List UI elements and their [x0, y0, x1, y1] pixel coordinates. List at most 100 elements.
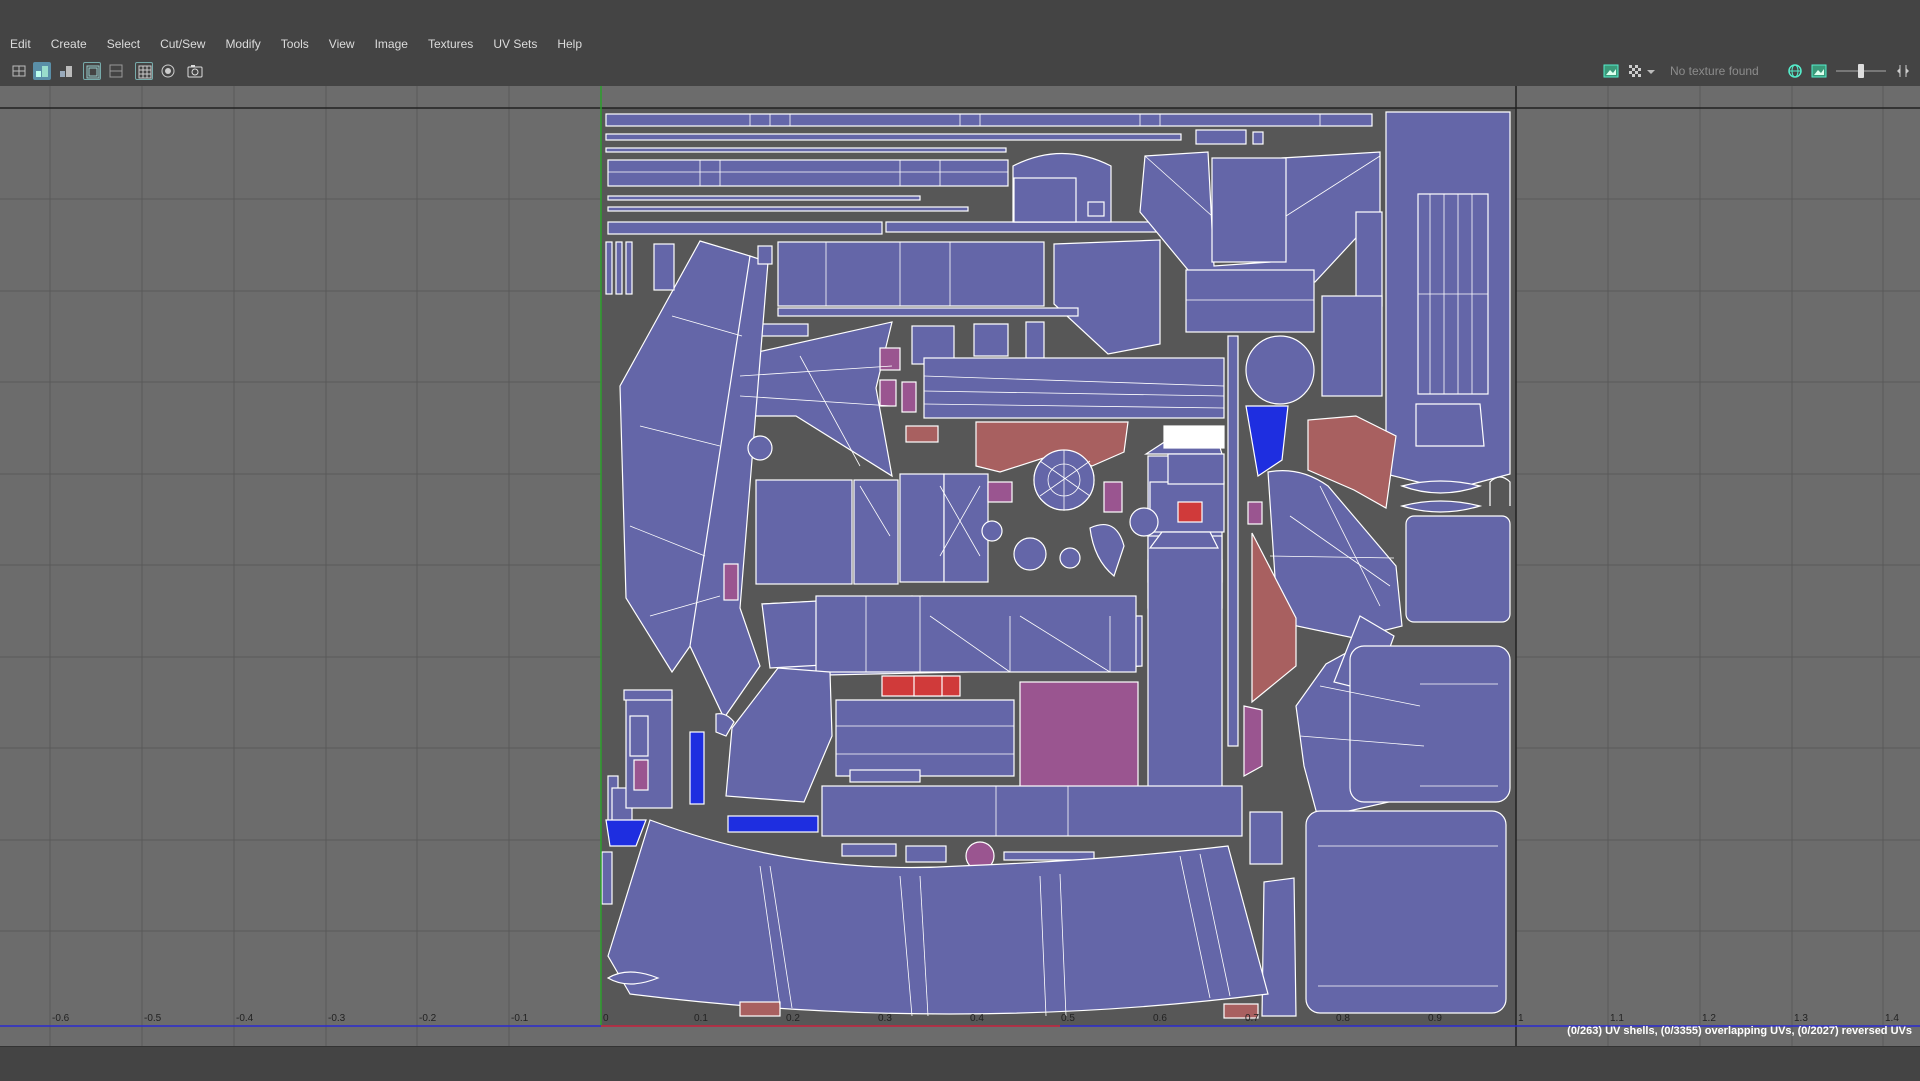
menu-cut-sew[interactable]: Cut/Sew — [150, 33, 215, 55]
uv-shell — [943, 473, 989, 583]
uv-shell — [973, 323, 1009, 357]
uv-shell — [1321, 295, 1383, 397]
uv-shell — [1087, 201, 1105, 217]
uv-shell — [629, 715, 649, 757]
uv-shell-white — [1163, 425, 1225, 449]
uv-shell — [885, 221, 1159, 233]
globe-icon[interactable] — [1786, 62, 1804, 80]
gamma-icon[interactable] — [1894, 62, 1912, 80]
axis-labels: -0.6 -0.5 -0.4 -0.3 -0.2 -0.1 0 0.1 0.2 … — [52, 1013, 1899, 1024]
menu-modify[interactable]: Modify — [215, 33, 270, 55]
uv-shell-pink — [633, 759, 649, 791]
axis-label: 1.2 — [1702, 1013, 1716, 1024]
menu-help[interactable]: Help — [547, 33, 592, 55]
uv-shell — [1349, 645, 1511, 803]
uv-shell — [835, 699, 1015, 777]
uv-shell — [623, 689, 673, 701]
uv-shell — [1261, 877, 1297, 1017]
menu-bar: Edit Create Select Cut/Sew Modify Tools … — [0, 33, 1920, 55]
uv-shell — [1129, 507, 1159, 537]
uv-shell — [607, 221, 883, 235]
snapshot-icon[interactable] — [186, 62, 204, 80]
uv-stats-text: (0/263) UV shells, (0/3355) overlapping … — [1567, 1025, 1912, 1037]
uv-shell — [1148, 531, 1219, 549]
dropdown-icon[interactable] — [1645, 62, 1657, 80]
uv-shell — [841, 843, 897, 857]
axis-label: -0.3 — [328, 1013, 346, 1024]
menu-create[interactable]: Create — [41, 33, 97, 55]
axis-label: 0.1 — [694, 1013, 708, 1024]
uv-shell-blue — [727, 815, 819, 833]
uv-editor-viewport[interactable]: -0.6 -0.5 -0.4 -0.3 -0.2 -0.1 0 0.1 0.2 … — [0, 86, 1920, 1046]
uv-shell — [1013, 537, 1047, 571]
uv-shell-icon[interactable] — [10, 62, 28, 80]
uv-shell — [755, 479, 853, 585]
uv-shell-pink — [1103, 481, 1123, 513]
uv-canvas[interactable]: -0.6 -0.5 -0.4 -0.3 -0.2 -0.1 0 0.1 0.2 … — [0, 86, 1920, 1046]
axis-label: 0.9 — [1428, 1013, 1442, 1024]
menu-view[interactable]: View — [319, 33, 365, 55]
uv-shell — [747, 435, 773, 461]
axis-label: 0.8 — [1336, 1013, 1350, 1024]
uv-grid-alt-icon[interactable] — [107, 62, 125, 80]
toolbar: No texture found — [0, 56, 1920, 87]
menu-tools[interactable]: Tools — [271, 33, 319, 55]
uv-shell — [1355, 211, 1383, 307]
axis-label: 1.4 — [1885, 1013, 1899, 1024]
uv-shell — [777, 307, 1079, 317]
uv-shell — [1252, 131, 1264, 145]
uv-shell — [1185, 269, 1315, 333]
exposure-slider-handle[interactable] — [1858, 64, 1864, 78]
uv-shell — [605, 241, 613, 295]
menu-edit[interactable]: Edit — [0, 33, 41, 55]
uv-shell-pink — [1243, 705, 1263, 778]
axis-label: 0.6 — [1153, 1013, 1167, 1024]
uv-shell — [849, 769, 921, 783]
uv-shell — [607, 195, 921, 201]
uv-shell — [607, 206, 969, 212]
uv-shell — [607, 159, 1009, 187]
checker-pattern-icon[interactable] — [1626, 62, 1644, 80]
uv-isolate-icon[interactable] — [57, 62, 75, 80]
uv-toggle-icon[interactable] — [33, 62, 51, 80]
uv-shell — [653, 243, 675, 291]
axis-label: 1.1 — [1610, 1013, 1624, 1024]
uv-shell — [625, 241, 633, 295]
exposure-slider[interactable] — [1836, 64, 1886, 78]
uv-shell-blue — [689, 731, 705, 805]
uv-shell — [1147, 535, 1223, 801]
uv-shell — [1003, 851, 1095, 861]
axis-label: 0.3 — [878, 1013, 892, 1024]
uv-shell-pink — [901, 381, 917, 413]
menu-textures[interactable]: Textures — [418, 33, 483, 55]
axis-label: -0.4 — [236, 1013, 254, 1024]
menu-select[interactable]: Select — [97, 33, 150, 55]
uv-shell — [777, 241, 1045, 307]
axis-label: 1.3 — [1794, 1013, 1808, 1024]
uv-grid-icon[interactable] — [83, 62, 101, 80]
image-icon[interactable] — [1810, 62, 1828, 80]
axis-label: 0 — [603, 1013, 609, 1024]
uv-shell — [605, 113, 1373, 127]
image-display-icon[interactable] — [1602, 62, 1620, 80]
uv-shell — [981, 520, 1003, 542]
uv-shell — [757, 245, 773, 265]
shaded-icon[interactable] — [159, 62, 177, 80]
uv-shell — [615, 241, 623, 295]
menu-uv-sets[interactable]: UV Sets — [483, 33, 547, 55]
checker-icon[interactable] — [135, 62, 153, 80]
uv-shell — [1249, 811, 1283, 865]
uv-shell-rose — [739, 1001, 781, 1017]
menu-image[interactable]: Image — [365, 33, 418, 55]
uv-shell-pink — [1247, 501, 1263, 525]
uv-shell — [1227, 335, 1239, 747]
axis-label: -0.6 — [52, 1013, 70, 1024]
axis-label: -0.5 — [144, 1013, 162, 1024]
uv-shell — [899, 473, 945, 583]
uv-shell-pink — [879, 379, 897, 407]
uv-shell — [905, 845, 947, 863]
uv-shell — [601, 851, 613, 905]
uv-shell — [755, 323, 809, 337]
uv-shell-rose — [905, 425, 939, 443]
uv-shell — [1167, 453, 1225, 485]
